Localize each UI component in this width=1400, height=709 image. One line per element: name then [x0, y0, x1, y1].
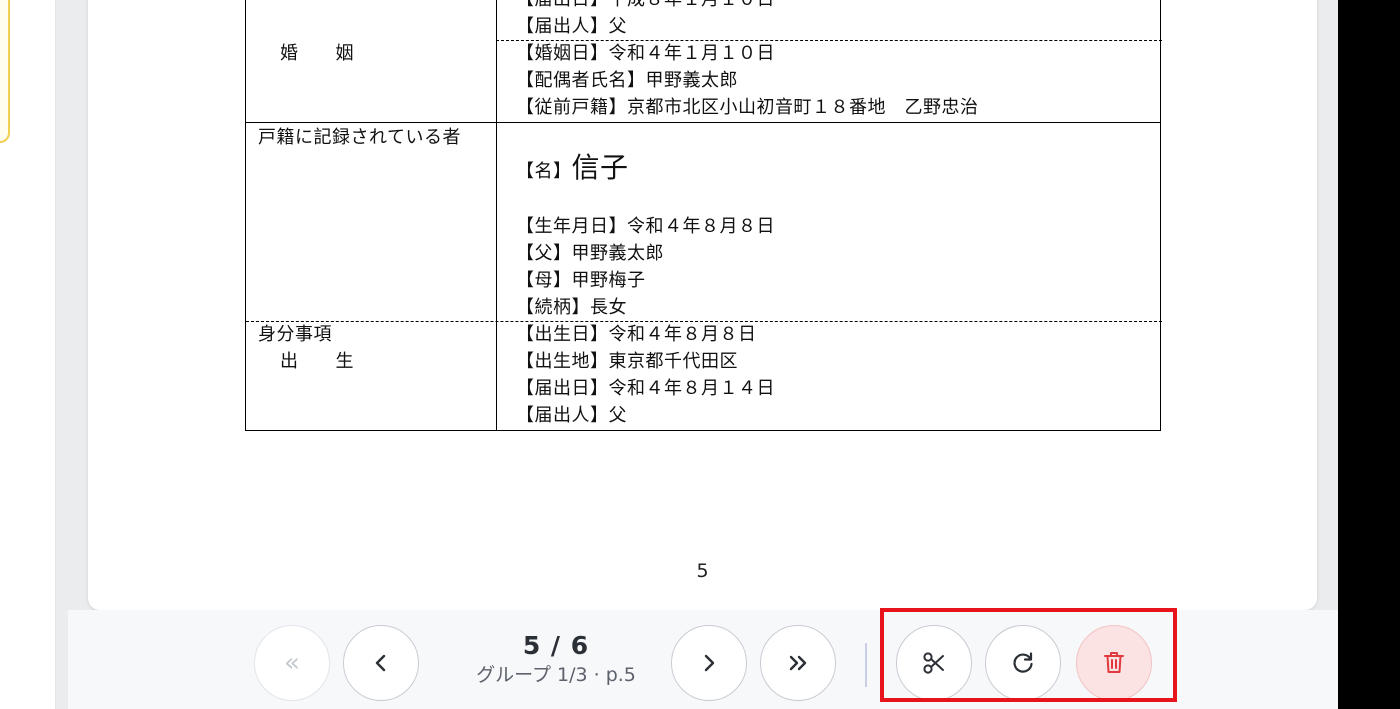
- page-indicator: 5 / 6 グループ 1/3 · p.5: [446, 630, 666, 688]
- highlight-box: [880, 608, 1177, 702]
- person-name: 信子: [571, 151, 629, 184]
- toolbar-separator: [865, 643, 867, 687]
- marriage-date-line: 【婚姻日】令和４年１月１０日: [516, 43, 775, 64]
- next-page-button[interactable]: [671, 625, 747, 701]
- spouse-name-line: 【配偶者氏名】甲野義太郎: [516, 70, 738, 91]
- previous-registry-line: 【従前戸籍】京都市北区小山初音町１８番地 乙野忠治: [516, 97, 979, 118]
- marriage-label: 婚 姻: [280, 43, 354, 64]
- birth-filing-date-line: 【届出日】令和４年８月１４日: [516, 378, 775, 399]
- double-chevron-left-icon: «: [284, 648, 300, 678]
- page-count: 5 / 6: [522, 631, 590, 660]
- group-info: グループ 1/3 · p.5: [476, 664, 636, 686]
- table-row-divider: [246, 122, 1160, 123]
- previous-page-button[interactable]: [343, 625, 419, 701]
- birth-date-line: 【出生日】令和４年８月８日: [516, 324, 757, 345]
- person-name-line: 【名】信子: [516, 150, 629, 190]
- right-edge: [1338, 0, 1400, 709]
- note-card[interactable]: [0, 0, 10, 143]
- koseki-table: 【届出日】平成８年１月１０日 【届出人】父 婚 姻 【婚姻日】令和４年１月１０日…: [245, 0, 1162, 431]
- first-page-button[interactable]: «: [254, 625, 330, 701]
- left-pane: [0, 0, 56, 709]
- chevron-right-icon: [704, 654, 715, 672]
- double-chevron-right-icon: [789, 655, 807, 671]
- last-page-button[interactable]: [760, 625, 836, 701]
- birth-label: 出 生: [280, 351, 354, 372]
- birthplace-line: 【出生地】東京都千代田区: [516, 351, 738, 372]
- table-column-divider: [496, 0, 497, 430]
- document-page: 【届出日】平成８年１月１０日 【届出人】父 婚 姻 【婚姻日】令和４年１月１０日…: [88, 0, 1317, 610]
- birthdate-line: 【生年月日】令和４年８月８日: [516, 216, 775, 237]
- page-number: 5: [696, 560, 709, 582]
- birth-filer-line: 【届出人】父: [516, 405, 627, 426]
- father-line: 【父】甲野義太郎: [516, 243, 664, 264]
- relationship-line: 【続柄】長女: [516, 297, 627, 318]
- mother-line: 【母】甲野梅子: [516, 270, 646, 291]
- filing-date-line: 【届出日】平成８年１月１０日: [516, 0, 775, 13]
- filer-line: 【届出人】父: [516, 16, 627, 37]
- status-label: 身分事項: [258, 324, 332, 345]
- document-viewer: 【届出日】平成８年１月１０日 【届出人】父 婚 姻 【婚姻日】令和４年１月１０日…: [56, 0, 1338, 709]
- person-label: 戸籍に記録されている者: [258, 127, 461, 148]
- chevron-left-icon: [375, 654, 386, 672]
- name-field-label: 【名】: [516, 161, 572, 182]
